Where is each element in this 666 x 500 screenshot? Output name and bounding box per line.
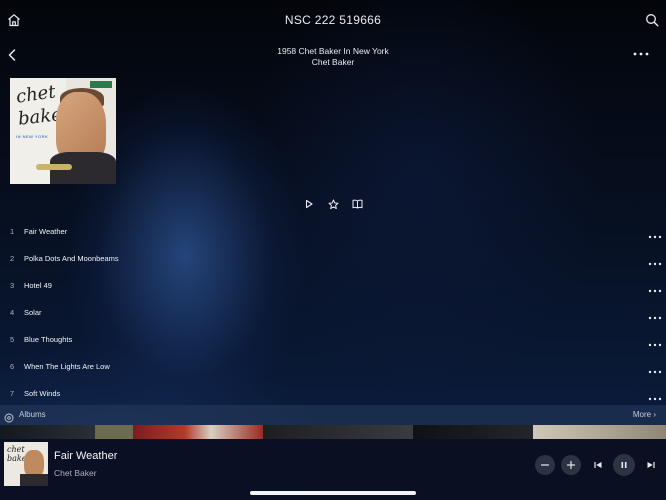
track-row[interactable]: 5 Blue Thoughts (0, 326, 666, 353)
track-name: Solar (24, 308, 42, 317)
track-number: 7 (10, 389, 15, 398)
skip-next-icon[interactable] (645, 459, 657, 471)
book-icon[interactable] (350, 197, 364, 211)
album-artist[interactable]: Chet Baker (0, 57, 666, 67)
album-tile[interactable] (263, 425, 413, 439)
skip-previous-icon[interactable] (592, 459, 604, 471)
cover-subtitle: IN NEW YORK (16, 134, 49, 139)
search-icon[interactable] (644, 12, 660, 28)
album-title: 1958 Chet Baker In New York (277, 46, 389, 56)
more-horizontal-icon[interactable] (648, 280, 662, 293)
more-horizontal-icon[interactable] (648, 307, 662, 320)
track-number: 1 (10, 227, 15, 236)
volume-up-button[interactable] (561, 455, 581, 475)
more-horizontal-icon[interactable] (648, 388, 662, 401)
track-number: 3 (10, 281, 15, 290)
volume-down-button[interactable] (535, 455, 555, 475)
now-playing-cover[interactable]: chet baker (4, 442, 48, 486)
albums-strip (0, 425, 666, 439)
track-row[interactable]: 6 When The Lights Are Low (0, 353, 666, 380)
album-tile[interactable] (0, 425, 95, 439)
track-row[interactable]: 3 Hotel 49 (0, 272, 666, 299)
pause-button[interactable] (613, 454, 635, 476)
track-name: Fair Weather (24, 227, 68, 236)
track-number: 5 (10, 335, 15, 344)
album-tile[interactable] (413, 425, 533, 439)
more-horizontal-icon[interactable] (648, 361, 662, 374)
track-row[interactable]: 1 Fair Weather (0, 218, 666, 245)
cover-trumpet (36, 164, 72, 170)
more-horizontal-icon[interactable] (632, 48, 650, 60)
cover-suit (20, 474, 48, 486)
more-horizontal-icon[interactable] (648, 253, 662, 266)
now-playing-artist: Chet Baker (54, 468, 97, 478)
disc-icon (4, 410, 14, 423)
more-horizontal-icon[interactable] (648, 226, 662, 239)
albums-label: Albums (19, 410, 46, 419)
more-horizontal-icon[interactable] (648, 334, 662, 347)
home-indicator[interactable] (250, 491, 416, 495)
track-number: 2 (10, 254, 15, 263)
track-name: Blue Thoughts (24, 335, 73, 344)
album-tile[interactable] (95, 425, 133, 439)
album-header: 1958 Chet Baker In New York Chet Baker (0, 42, 666, 72)
track-name: Hotel 49 (24, 281, 52, 290)
track-name: Soft Winds (24, 389, 61, 398)
track-number: 4 (10, 308, 15, 317)
album-actions (302, 197, 368, 211)
album-cover: chet baker IN NEW YORK (10, 78, 116, 184)
albums-bar: Albums More › (0, 405, 666, 425)
album-tile[interactable] (133, 425, 263, 439)
cover-label (90, 81, 112, 88)
more-albums-link[interactable]: More › (633, 410, 656, 419)
track-row[interactable]: 7 Soft Winds (0, 380, 666, 407)
star-icon[interactable] (326, 197, 340, 211)
play-icon[interactable] (302, 197, 316, 211)
now-playing-title: Fair Weather (54, 450, 118, 462)
album-tile[interactable] (533, 425, 666, 439)
top-bar: NSC 222 519666 (0, 0, 666, 42)
page-title: NSC 222 519666 (284, 13, 382, 27)
track-name: Polka Dots And Moonbeams (24, 254, 119, 263)
track-row[interactable]: 2 Polka Dots And Moonbeams (0, 245, 666, 272)
track-list: 1 Fair Weather 2 Polka Dots And Moonbeam… (0, 218, 666, 407)
track-row[interactable]: 4 Solar (0, 299, 666, 326)
track-name: When The Lights Are Low (24, 362, 110, 371)
track-number: 6 (10, 362, 15, 371)
